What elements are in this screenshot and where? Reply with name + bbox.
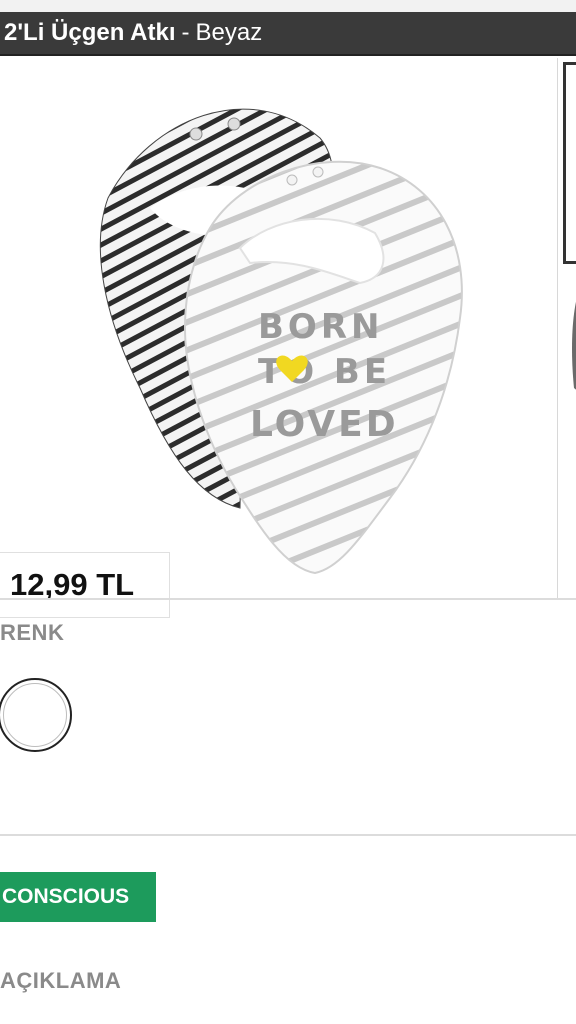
bib-illustration: BORN TO BE LOVED — [99, 108, 463, 575]
conscious-badge: CONSCIOUS — [0, 872, 156, 922]
thumbnail-selected[interactable] — [563, 62, 576, 264]
price-tag: 12,99 TL — [0, 552, 170, 618]
color-section-label: RENK — [0, 620, 65, 645]
browser-top-strip — [0, 0, 576, 12]
snap-button — [227, 117, 241, 131]
thumbnail-preview — [572, 302, 576, 390]
snap-button — [312, 166, 324, 178]
description-section-label[interactable]: AÇIKLAMA — [0, 968, 121, 994]
swatch-fill — [3, 683, 67, 747]
product-gallery[interactable]: BORN TO BE LOVED 12,99 TL — [0, 58, 576, 618]
divider — [0, 598, 576, 600]
main-product-image[interactable]: BORN TO BE LOVED — [0, 58, 558, 598]
snap-button — [189, 127, 203, 141]
product-name: 2'Li Üçgen Atkı — [4, 19, 176, 46]
snap-button — [286, 174, 298, 186]
color-swatch-white[interactable] — [0, 678, 72, 752]
bib-print-line-1: BORN — [258, 307, 383, 347]
bib-print-line-3: LOVED — [250, 404, 399, 445]
divider — [0, 834, 576, 836]
title-separator: - — [181, 19, 190, 46]
product-title-bar: 2'Li Üçgen Atkı - Beyaz — [0, 12, 576, 56]
product-color-name: Beyaz — [195, 19, 263, 46]
thumbnail-next[interactable] — [568, 268, 576, 398]
